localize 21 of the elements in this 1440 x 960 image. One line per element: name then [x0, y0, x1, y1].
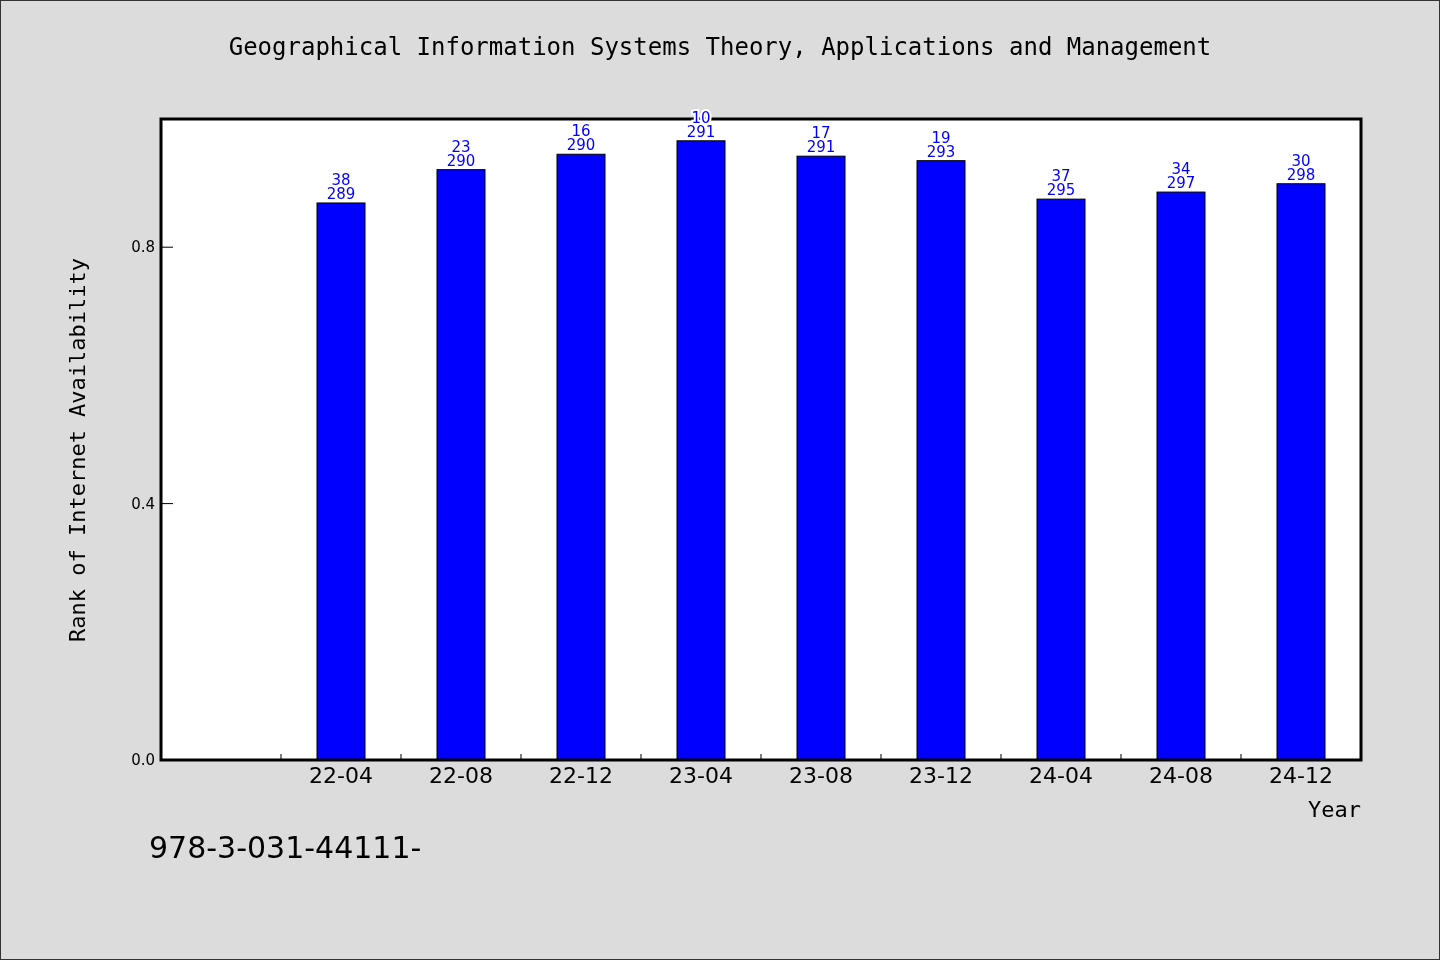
x-axis-title: Year — [1308, 797, 1361, 822]
isbn-text: 978-3-031-44111- — [149, 830, 422, 865]
x-tick-label: 23-08 — [789, 763, 853, 788]
value-label: 293 — [926, 142, 956, 161]
x-tick-label: 23-12 — [909, 763, 973, 788]
x-tick-label: 22-12 — [549, 763, 613, 788]
x-tick-label: 23-04 — [669, 763, 733, 788]
x-tick-label: 24-12 — [1269, 763, 1333, 788]
y-axis-title: Rank of Internet Availability — [65, 257, 90, 643]
y-tick-label: 0.8 — [131, 238, 155, 257]
x-tick-label: 24-08 — [1149, 763, 1213, 788]
x-tick-label: 24-04 — [1029, 763, 1093, 788]
x-tick-label: 22-08 — [429, 763, 493, 788]
value-label: 298 — [1286, 165, 1316, 184]
y-tick-label: 0.0 — [131, 751, 155, 769]
value-label: 291 — [686, 122, 716, 141]
chart-title: Geographical Information Systems Theory, Applications and Management — [227, 31, 1213, 63]
x-tick-label: 22-04 — [309, 763, 373, 788]
y-tick-label: 0.4 — [131, 494, 155, 513]
value-label: 289 — [326, 184, 356, 203]
value-label: 290 — [446, 151, 476, 170]
